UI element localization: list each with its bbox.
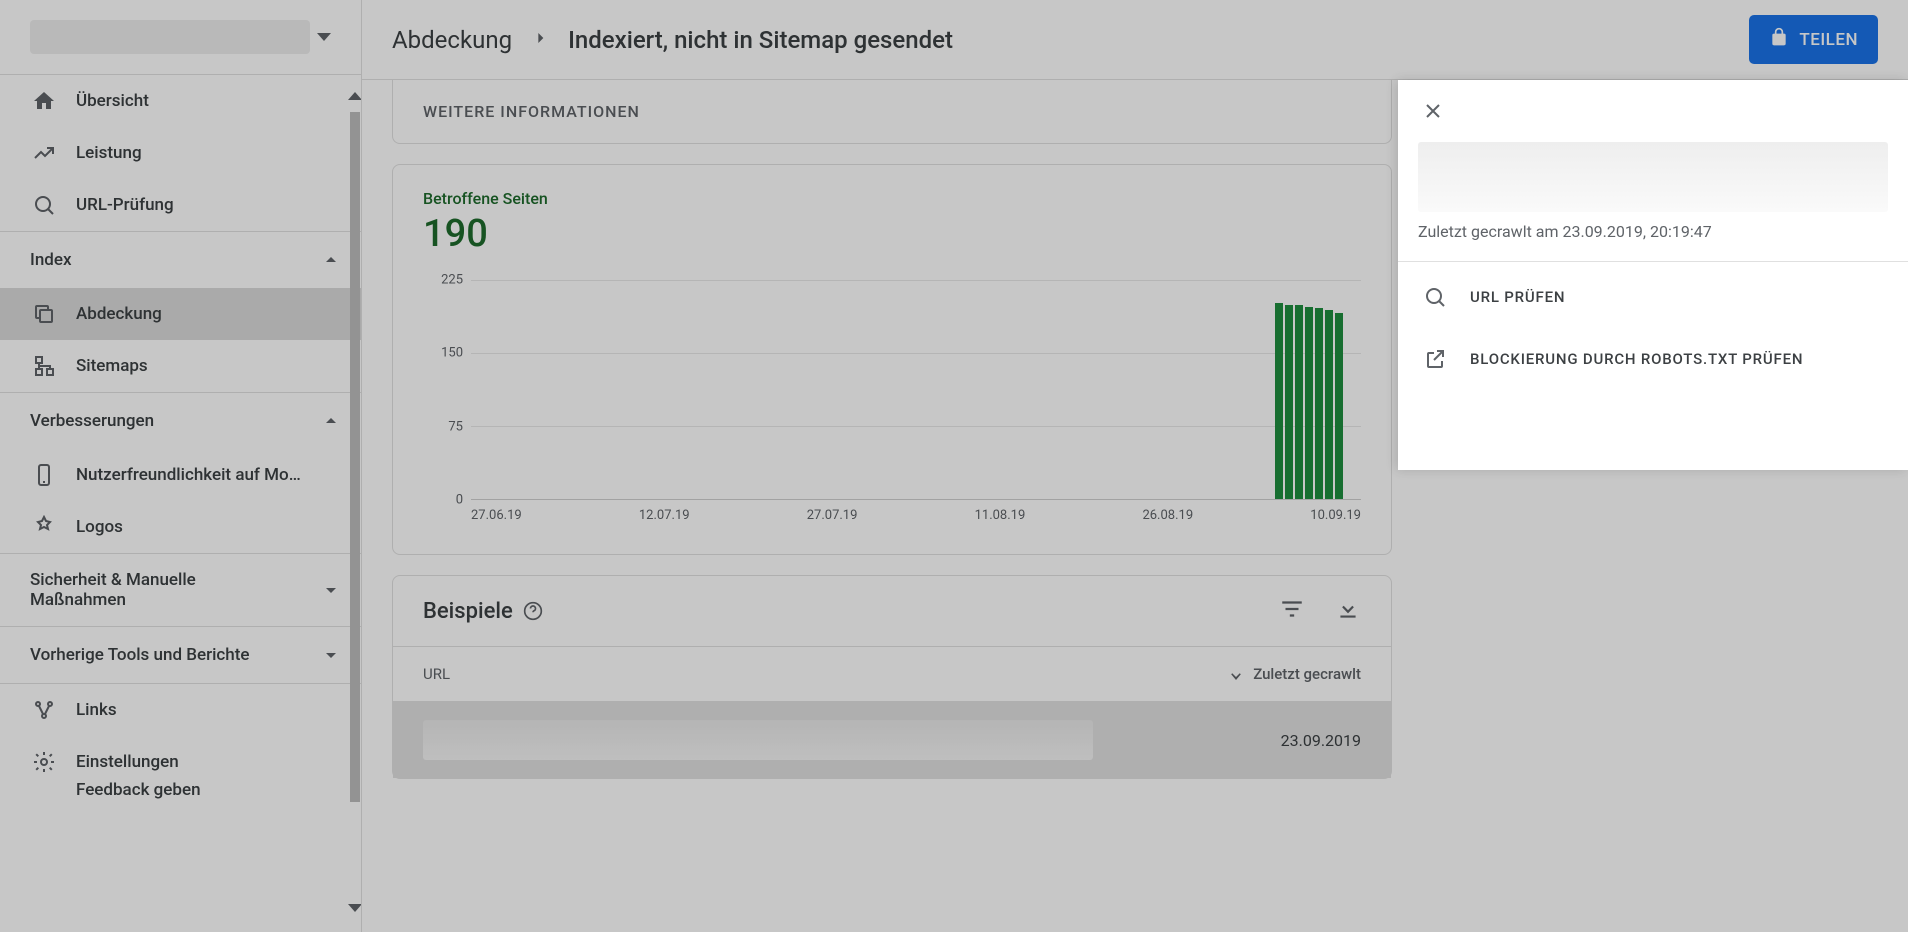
phone-icon	[32, 463, 56, 487]
nav-label: Übersicht	[76, 91, 149, 111]
section-title: Sicherheit & Manuelle Maßnahmen	[30, 570, 280, 610]
chart-plot: 225 150 75 0 27.06.19 12.07.19 27.07.19 …	[423, 280, 1361, 530]
chart-label: Betroffene Seiten	[423, 189, 1361, 208]
section-index[interactable]: Index	[0, 231, 361, 288]
search-icon	[32, 193, 56, 217]
nav-logos[interactable]: Logos	[0, 501, 361, 553]
chevron-down-icon	[317, 33, 331, 41]
row-date: 23.09.2019	[1281, 731, 1361, 750]
bar[interactable]	[1275, 303, 1283, 499]
chart-value: 190	[423, 212, 1361, 256]
col-url[interactable]: URL	[423, 665, 1227, 683]
detail-panel: Zuletzt gecrawlt am 23.09.2019, 20:19:47…	[1398, 80, 1908, 470]
info-title: WEITERE INFORMATIONEN	[423, 102, 1361, 121]
nav-label: URL-Prüfung	[76, 195, 174, 215]
nav-label: Feedback geben	[76, 780, 201, 800]
breadcrumb-detail: Indexiert, nicht in Sitemap gesendet	[568, 26, 953, 54]
section-title: Verbesserungen	[30, 411, 154, 431]
sidebar-scrollbar[interactable]	[349, 92, 361, 912]
bar[interactable]	[1315, 308, 1323, 499]
bar[interactable]	[1335, 313, 1343, 499]
examples-card: Beispiele URL Zuletzt gecrawlt 23.09.201…	[392, 575, 1392, 779]
y-axis: 225 150 75 0	[423, 280, 463, 500]
sitemap-icon	[32, 354, 56, 378]
close-button[interactable]	[1418, 96, 1448, 126]
copy-icon	[32, 302, 56, 326]
action-label: BLOCKIERUNG DURCH ROBOTS.TXT PRÜFEN	[1470, 350, 1803, 368]
gear-icon	[32, 750, 56, 774]
table-row[interactable]: 23.09.2019	[393, 702, 1391, 778]
sidebar: Übersicht Leistung URL-Prüfung Index Abd…	[0, 0, 362, 932]
nav-performance[interactable]: Leistung	[0, 127, 361, 179]
bar[interactable]	[1325, 310, 1333, 499]
chevron-right-icon	[530, 26, 550, 54]
section-legacy[interactable]: Vorherige Tools und Berichte	[0, 626, 361, 683]
nav-label: Logos	[76, 517, 123, 537]
col-date[interactable]: Zuletzt gecrawlt	[1227, 665, 1361, 683]
section-title: Vorherige Tools und Berichte	[30, 645, 250, 665]
arrow-down-icon	[1227, 665, 1245, 683]
breadcrumb: Abdeckung Indexiert, nicht in Sitemap ge…	[392, 26, 953, 54]
lock-icon	[1769, 27, 1789, 52]
nav-label: Sitemaps	[76, 356, 148, 376]
chevron-up-icon	[319, 409, 343, 433]
close-icon	[1421, 99, 1445, 123]
nav-links[interactable]: Links	[0, 684, 361, 736]
nav-label: Leistung	[76, 143, 142, 163]
panel-crawl-date: Zuletzt gecrawlt am 23.09.2019, 20:19:47	[1398, 222, 1908, 262]
section-security[interactable]: Sicherheit & Manuelle Maßnahmen	[0, 553, 361, 626]
chevron-down-icon	[319, 578, 343, 602]
share-label: TEILEN	[1799, 30, 1858, 50]
panel-url-redacted	[1418, 142, 1888, 212]
logos-icon	[32, 515, 56, 539]
nav-feedback[interactable]: Feedback geben	[0, 778, 361, 816]
open-icon	[1422, 346, 1448, 372]
download-icon[interactable]	[1335, 596, 1361, 626]
help-icon[interactable]	[523, 601, 543, 621]
nav-overview[interactable]: Übersicht	[0, 75, 361, 127]
table-title: Beispiele	[423, 599, 513, 624]
section-title: Index	[30, 250, 72, 270]
search-icon	[1422, 284, 1448, 310]
feedback-icon	[32, 778, 56, 802]
nav-coverage[interactable]: Abdeckung	[0, 288, 361, 340]
breadcrumb-parent[interactable]: Abdeckung	[392, 26, 512, 54]
property-selector[interactable]	[0, 0, 361, 75]
nav-label: Links	[76, 700, 117, 720]
main-content: WEITERE INFORMATIONEN Betroffene Seiten …	[362, 80, 1392, 932]
chart-card: Betroffene Seiten 190 225 150 75 0 27.06…	[392, 164, 1392, 555]
nav-label: Abdeckung	[76, 304, 162, 324]
x-axis: 27.06.19 12.07.19 27.07.19 11.08.19 26.0…	[471, 508, 1361, 523]
table-columns: URL Zuletzt gecrawlt	[393, 647, 1391, 702]
chevron-up-icon	[319, 248, 343, 272]
home-icon	[32, 89, 56, 113]
bar[interactable]	[1305, 307, 1313, 499]
table-header: Beispiele	[393, 576, 1391, 647]
action-robots[interactable]: BLOCKIERUNG DURCH ROBOTS.TXT PRÜFEN	[1398, 328, 1908, 390]
share-button[interactable]: TEILEN	[1749, 15, 1878, 64]
links-icon	[32, 698, 56, 722]
property-name-redacted	[30, 20, 310, 54]
bars	[1275, 303, 1343, 499]
row-url-redacted	[423, 720, 1093, 760]
nav-sitemaps[interactable]: Sitemaps	[0, 340, 361, 392]
bar[interactable]	[1285, 305, 1293, 499]
action-label: URL PRÜFEN	[1470, 288, 1565, 306]
plot-area	[471, 280, 1361, 500]
nav-label: Einstellungen	[76, 752, 179, 772]
action-inspect-url[interactable]: URL PRÜFEN	[1398, 266, 1908, 328]
nav-mobile-usability[interactable]: Nutzerfreundlichkeit auf Mobilgeräten	[0, 449, 361, 501]
nav-settings[interactable]: Einstellungen	[0, 736, 361, 778]
section-improvements[interactable]: Verbesserungen	[0, 392, 361, 449]
bar[interactable]	[1295, 305, 1303, 499]
chevron-down-icon	[319, 643, 343, 667]
filter-icon[interactable]	[1279, 596, 1305, 626]
topbar: Abdeckung Indexiert, nicht in Sitemap ge…	[362, 0, 1908, 80]
info-card[interactable]: WEITERE INFORMATIONEN	[392, 80, 1392, 144]
nav-label: Nutzerfreundlichkeit auf Mobilgeräten	[76, 465, 306, 485]
trend-icon	[32, 141, 56, 165]
nav-url-inspection[interactable]: URL-Prüfung	[0, 179, 361, 231]
